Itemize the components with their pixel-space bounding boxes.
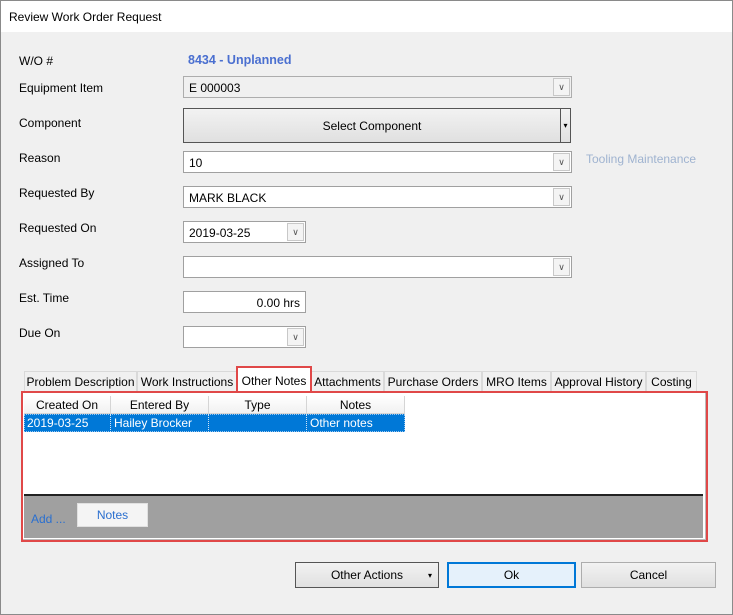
requested-by-combo[interactable]: MARK BLACK ∨: [183, 186, 572, 208]
requested-by-label: Requested By: [19, 186, 95, 200]
chevron-down-icon[interactable]: ∨: [553, 188, 570, 206]
highlight-other-notes-tab: [236, 366, 312, 393]
chevron-down-icon[interactable]: ∨: [553, 258, 570, 276]
tab-label: Problem Description: [26, 375, 135, 389]
wo-label: W/O #: [19, 54, 54, 68]
due-on-date-picker[interactable]: ∨: [183, 326, 306, 348]
reason-label: Reason: [19, 151, 61, 165]
select-component-button[interactable]: Select Component: [183, 108, 561, 143]
other-actions-label: Other Actions: [330, 568, 404, 582]
assigned-to-combo[interactable]: ∨: [183, 256, 572, 278]
chevron-down-icon[interactable]: ∨: [553, 153, 570, 171]
requested-by-value: MARK BLACK: [189, 191, 267, 205]
est-time-input[interactable]: 0.00 hrs: [183, 291, 306, 313]
tab-attachments[interactable]: Attachments: [311, 371, 384, 392]
component-dropdown-button[interactable]: ▾: [560, 108, 571, 143]
tab-mro-items[interactable]: MRO Items: [482, 371, 551, 392]
tab-label: Approval History: [554, 375, 643, 389]
equipment-value: E 000003: [189, 81, 241, 95]
other-actions-button[interactable]: Other Actions ▾: [295, 562, 439, 588]
window-title: Review Work Order Request: [9, 10, 162, 24]
est-time-label: Est. Time: [19, 291, 70, 305]
ok-button[interactable]: Ok: [447, 562, 576, 588]
assigned-to-label: Assigned To: [19, 256, 85, 270]
chevron-down-icon[interactable]: ∨: [287, 328, 304, 346]
chevron-down-icon[interactable]: ∨: [553, 78, 570, 96]
component-label: Component: [19, 116, 82, 130]
requested-on-value: 2019-03-25: [189, 226, 251, 240]
reason-value: 10: [189, 156, 203, 170]
reason-description: Tooling Maintenance: [586, 152, 697, 166]
select-component-label: Select Component: [322, 118, 422, 133]
ok-label: Ok: [503, 568, 520, 582]
caret-down-icon: ▾: [427, 570, 432, 580]
title-bar: Review Work Order Request: [1, 1, 732, 32]
chevron-down-icon[interactable]: ∨: [287, 223, 304, 241]
tab-label: MRO Items: [486, 375, 547, 389]
cancel-button[interactable]: Cancel: [581, 562, 716, 588]
wo-value: 8434 - Unplanned: [188, 53, 292, 67]
tab-label: Attachments: [314, 375, 381, 389]
tab-purchase-orders[interactable]: Purchase Orders: [384, 371, 482, 392]
equipment-label: Equipment Item: [19, 81, 104, 95]
tab-costing[interactable]: Costing: [646, 371, 697, 392]
tab-problem-description[interactable]: Problem Description: [24, 371, 137, 392]
tab-label: Purchase Orders: [387, 375, 479, 389]
requested-on-label: Requested On: [19, 221, 97, 235]
caret-down-icon: ▾: [563, 121, 568, 130]
due-on-label: Due On: [19, 326, 61, 340]
est-time-value: 0.00 hrs: [256, 296, 300, 310]
tab-label: Costing: [651, 375, 692, 389]
cancel-label: Cancel: [629, 568, 668, 582]
tab-approval-history[interactable]: Approval History: [551, 371, 646, 392]
reason-combo[interactable]: 10 ∨: [183, 151, 572, 173]
tab-work-instructions[interactable]: Work Instructions: [137, 371, 237, 392]
equipment-combo[interactable]: E 000003 ∨: [183, 76, 572, 98]
tab-label: Work Instructions: [140, 375, 234, 389]
highlight-notes-panel: [21, 391, 708, 542]
requested-on-date-picker[interactable]: 2019-03-25 ∨: [183, 221, 306, 243]
